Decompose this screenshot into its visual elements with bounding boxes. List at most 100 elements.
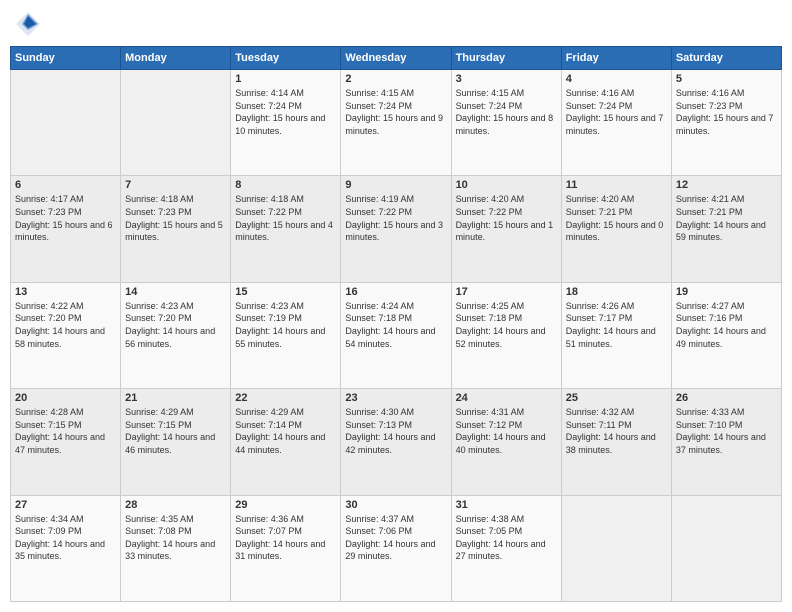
day-info: Sunrise: 4:22 AMSunset: 7:20 PMDaylight:… (15, 300, 116, 350)
day-info: Sunrise: 4:25 AMSunset: 7:18 PMDaylight:… (456, 300, 557, 350)
day-number: 21 (125, 392, 226, 404)
day-info: Sunrise: 4:27 AMSunset: 7:16 PMDaylight:… (676, 300, 777, 350)
day-cell: 20 Sunrise: 4:28 AMSunset: 7:15 PMDayligh… (11, 389, 121, 495)
day-number: 18 (566, 286, 667, 298)
day-cell: 6 Sunrise: 4:17 AMSunset: 7:23 PMDaylight… (11, 176, 121, 282)
day-number: 14 (125, 286, 226, 298)
day-cell: 8 Sunrise: 4:18 AMSunset: 7:22 PMDaylight… (231, 176, 341, 282)
day-cell: 29 Sunrise: 4:36 AMSunset: 7:07 PMDayligh… (231, 495, 341, 601)
day-info: Sunrise: 4:37 AMSunset: 7:06 PMDaylight:… (345, 513, 446, 563)
day-number: 9 (345, 179, 446, 191)
day-info: Sunrise: 4:29 AMSunset: 7:14 PMDaylight:… (235, 406, 336, 456)
week-row-2: 6 Sunrise: 4:17 AMSunset: 7:23 PMDaylight… (11, 176, 782, 282)
day-info: Sunrise: 4:28 AMSunset: 7:15 PMDaylight:… (15, 406, 116, 456)
day-cell: 17 Sunrise: 4:25 AMSunset: 7:18 PMDayligh… (451, 282, 561, 388)
day-info: Sunrise: 4:38 AMSunset: 7:05 PMDaylight:… (456, 513, 557, 563)
day-info: Sunrise: 4:36 AMSunset: 7:07 PMDaylight:… (235, 513, 336, 563)
day-number: 20 (15, 392, 116, 404)
day-number: 15 (235, 286, 336, 298)
day-cell (11, 70, 121, 176)
calendar-table: SundayMondayTuesdayWednesdayThursdayFrid… (10, 46, 782, 602)
day-info: Sunrise: 4:31 AMSunset: 7:12 PMDaylight:… (456, 406, 557, 456)
week-row-5: 27 Sunrise: 4:34 AMSunset: 7:09 PMDayligh… (11, 495, 782, 601)
day-number: 22 (235, 392, 336, 404)
day-number: 11 (566, 179, 667, 191)
day-info: Sunrise: 4:17 AMSunset: 7:23 PMDaylight:… (15, 193, 116, 243)
day-info: Sunrise: 4:16 AMSunset: 7:23 PMDaylight:… (676, 87, 777, 137)
day-cell: 14 Sunrise: 4:23 AMSunset: 7:20 PMDayligh… (121, 282, 231, 388)
day-number: 26 (676, 392, 777, 404)
day-number: 13 (15, 286, 116, 298)
day-header-tuesday: Tuesday (231, 47, 341, 70)
day-cell: 7 Sunrise: 4:18 AMSunset: 7:23 PMDaylight… (121, 176, 231, 282)
day-number: 24 (456, 392, 557, 404)
day-number: 12 (676, 179, 777, 191)
day-info: Sunrise: 4:26 AMSunset: 7:17 PMDaylight:… (566, 300, 667, 350)
day-cell: 15 Sunrise: 4:23 AMSunset: 7:19 PMDayligh… (231, 282, 341, 388)
day-info: Sunrise: 4:23 AMSunset: 7:19 PMDaylight:… (235, 300, 336, 350)
day-cell: 10 Sunrise: 4:20 AMSunset: 7:22 PMDayligh… (451, 176, 561, 282)
day-cell: 21 Sunrise: 4:29 AMSunset: 7:15 PMDayligh… (121, 389, 231, 495)
day-cell: 25 Sunrise: 4:32 AMSunset: 7:11 PMDayligh… (561, 389, 671, 495)
day-number: 23 (345, 392, 446, 404)
day-number: 31 (456, 499, 557, 511)
day-header-monday: Monday (121, 47, 231, 70)
day-info: Sunrise: 4:18 AMSunset: 7:23 PMDaylight:… (125, 193, 226, 243)
day-info: Sunrise: 4:34 AMSunset: 7:09 PMDaylight:… (15, 513, 116, 563)
day-cell: 12 Sunrise: 4:21 AMSunset: 7:21 PMDayligh… (671, 176, 781, 282)
day-number: 17 (456, 286, 557, 298)
day-cell: 22 Sunrise: 4:29 AMSunset: 7:14 PMDayligh… (231, 389, 341, 495)
day-cell: 31 Sunrise: 4:38 AMSunset: 7:05 PMDayligh… (451, 495, 561, 601)
day-number: 2 (345, 73, 446, 85)
day-info: Sunrise: 4:14 AMSunset: 7:24 PMDaylight:… (235, 87, 336, 137)
day-cell: 9 Sunrise: 4:19 AMSunset: 7:22 PMDaylight… (341, 176, 451, 282)
day-number: 10 (456, 179, 557, 191)
day-info: Sunrise: 4:18 AMSunset: 7:22 PMDaylight:… (235, 193, 336, 243)
day-info: Sunrise: 4:24 AMSunset: 7:18 PMDaylight:… (345, 300, 446, 350)
day-info: Sunrise: 4:33 AMSunset: 7:10 PMDaylight:… (676, 406, 777, 456)
day-number: 29 (235, 499, 336, 511)
day-number: 30 (345, 499, 446, 511)
day-cell (561, 495, 671, 601)
day-number: 16 (345, 286, 446, 298)
day-cell: 11 Sunrise: 4:20 AMSunset: 7:21 PMDayligh… (561, 176, 671, 282)
day-header-friday: Friday (561, 47, 671, 70)
day-number: 5 (676, 73, 777, 85)
header (10, 10, 782, 38)
day-cell: 16 Sunrise: 4:24 AMSunset: 7:18 PMDayligh… (341, 282, 451, 388)
day-number: 1 (235, 73, 336, 85)
day-header-thursday: Thursday (451, 47, 561, 70)
logo (14, 10, 46, 38)
day-cell (121, 70, 231, 176)
day-number: 6 (15, 179, 116, 191)
day-info: Sunrise: 4:23 AMSunset: 7:20 PMDaylight:… (125, 300, 226, 350)
day-cell: 13 Sunrise: 4:22 AMSunset: 7:20 PMDayligh… (11, 282, 121, 388)
day-info: Sunrise: 4:35 AMSunset: 7:08 PMDaylight:… (125, 513, 226, 563)
day-header-sunday: Sunday (11, 47, 121, 70)
day-cell: 2Sunrise: 4:15 AMSunset: 7:24 PMDaylight… (341, 70, 451, 176)
day-number: 28 (125, 499, 226, 511)
day-cell: 1 Sunrise: 4:14 AMSunset: 7:24 PMDaylight… (231, 70, 341, 176)
day-cell: 19Sunrise: 4:27 AMSunset: 7:16 PMDayligh… (671, 282, 781, 388)
day-info: Sunrise: 4:29 AMSunset: 7:15 PMDaylight:… (125, 406, 226, 456)
day-cell: 4Sunrise: 4:16 AMSunset: 7:24 PMDaylight… (561, 70, 671, 176)
day-cell (671, 495, 781, 601)
day-cell: 30 Sunrise: 4:37 AMSunset: 7:06 PMDayligh… (341, 495, 451, 601)
week-row-4: 20 Sunrise: 4:28 AMSunset: 7:15 PMDayligh… (11, 389, 782, 495)
day-cell: 5 Sunrise: 4:16 AMSunset: 7:23 PMDaylight… (671, 70, 781, 176)
day-number: 4 (566, 73, 667, 85)
day-info: Sunrise: 4:19 AMSunset: 7:22 PMDaylight:… (345, 193, 446, 243)
day-number: 8 (235, 179, 336, 191)
day-info: Sunrise: 4:21 AMSunset: 7:21 PMDaylight:… (676, 193, 777, 243)
day-info: Sunrise: 4:32 AMSunset: 7:11 PMDaylight:… (566, 406, 667, 456)
day-header-saturday: Saturday (671, 47, 781, 70)
day-info: Sunrise: 4:20 AMSunset: 7:22 PMDaylight:… (456, 193, 557, 243)
day-number: 7 (125, 179, 226, 191)
day-number: 25 (566, 392, 667, 404)
calendar-page: SundayMondayTuesdayWednesdayThursdayFrid… (0, 0, 792, 612)
day-number: 27 (15, 499, 116, 511)
day-cell: 24 Sunrise: 4:31 AMSunset: 7:12 PMDayligh… (451, 389, 561, 495)
day-cell: 28 Sunrise: 4:35 AMSunset: 7:08 PMDayligh… (121, 495, 231, 601)
day-number: 3 (456, 73, 557, 85)
day-info: Sunrise: 4:20 AMSunset: 7:21 PMDaylight:… (566, 193, 667, 243)
